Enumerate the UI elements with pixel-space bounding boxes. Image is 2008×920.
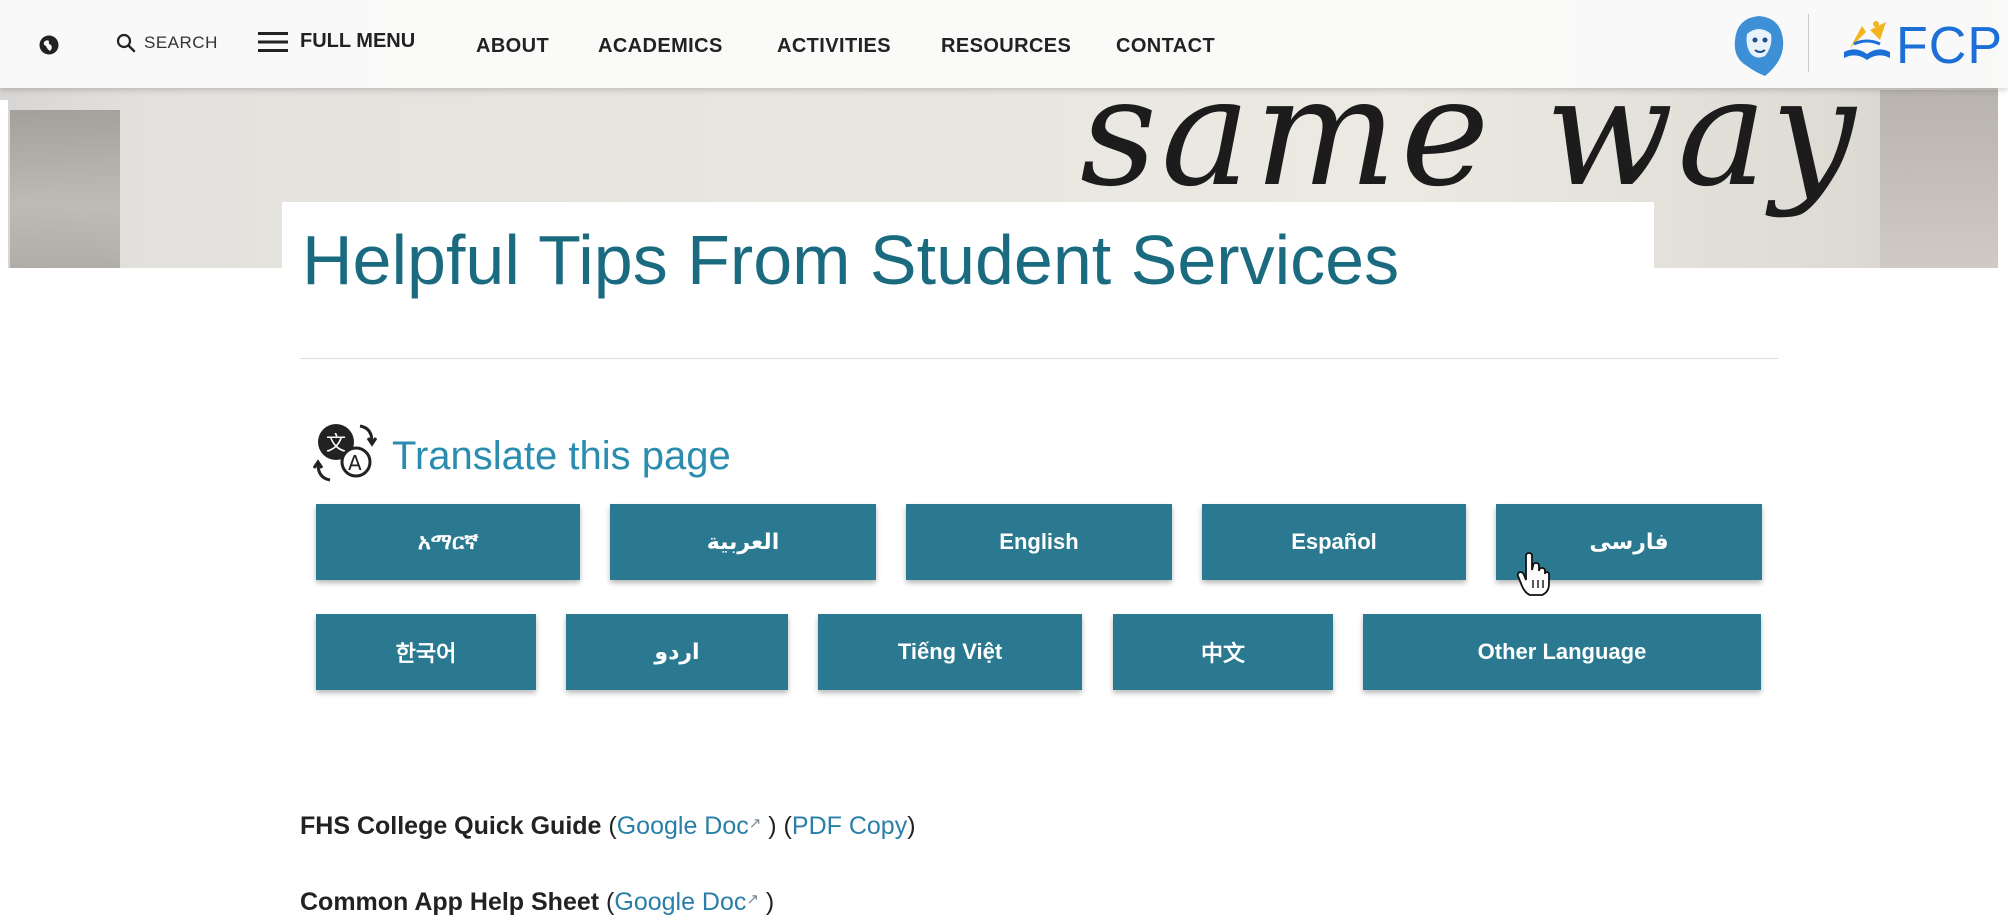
- globe-icon[interactable]: [38, 34, 60, 56]
- paren: (: [608, 812, 617, 840]
- nav-link-contact[interactable]: CONTACT: [1116, 35, 1215, 58]
- nav-link-activities[interactable]: ACTIVITIES: [777, 35, 891, 58]
- hero-edge: [0, 100, 8, 268]
- lion-logo[interactable]: [1725, 10, 1791, 80]
- hero-photo-shade: [1880, 90, 1998, 268]
- external-link-icon: ↗: [748, 815, 762, 832]
- pdf-copy-link[interactable]: PDF Copy: [792, 812, 907, 840]
- lang-button-english[interactable]: English: [906, 504, 1172, 580]
- lang-button-urdu[interactable]: اردو: [566, 614, 788, 690]
- divider: [300, 358, 1778, 359]
- translate-icon: 文 A: [310, 420, 382, 484]
- page-title: Helpful Tips From Student Services: [302, 221, 1400, 299]
- google-doc-link[interactable]: Google Doc: [614, 888, 746, 916]
- google-doc-link[interactable]: Google Doc: [617, 812, 749, 840]
- paren: ): [758, 888, 775, 916]
- nav-link-academics[interactable]: ACADEMICS: [598, 35, 723, 58]
- doc-title: Common App Help Sheet: [300, 888, 600, 916]
- book-logo-icon: [1840, 18, 1894, 64]
- search-label: SEARCH: [144, 33, 218, 52]
- nav-link-resources[interactable]: RESOURCES: [941, 35, 1071, 58]
- full-menu-button[interactable]: FULL MENU: [258, 30, 415, 53]
- lang-button-other[interactable]: Other Language: [1363, 614, 1761, 690]
- lang-button-chinese[interactable]: 中文: [1113, 614, 1333, 690]
- lang-button-vietnamese[interactable]: Tiếng Việt: [818, 614, 1082, 690]
- doc-line-quick-guide: FHS College Quick Guide (Google Doc↗ ) (…: [300, 812, 916, 841]
- search-icon: [116, 33, 136, 53]
- lang-button-amharic[interactable]: አማርኛ: [316, 504, 580, 580]
- lang-button-spanish[interactable]: Español: [1202, 504, 1466, 580]
- doc-title: FHS College Quick Guide: [300, 812, 602, 840]
- search-button[interactable]: SEARCH: [116, 33, 218, 53]
- translate-heading: Translate this page: [392, 434, 731, 478]
- svg-text:A: A: [348, 451, 362, 475]
- top-nav: SEARCH FULL MENU ABOUT ACADEMICS ACTIVIT…: [0, 0, 2008, 88]
- paren: ): [907, 812, 916, 840]
- lang-button-korean[interactable]: 한국어: [316, 614, 536, 690]
- nav-link-about[interactable]: ABOUT: [476, 35, 549, 58]
- logo-divider: [1808, 14, 1809, 72]
- external-link-icon: ↗: [746, 891, 759, 908]
- hamburger-icon: [258, 31, 288, 52]
- doc-line-common-app: Common App Help Sheet (Google Doc↗ ): [300, 888, 774, 917]
- lang-button-arabic[interactable]: العربية: [610, 504, 876, 580]
- paren: ) (: [761, 812, 792, 840]
- hero-photo-shade: [10, 110, 120, 268]
- svg-text:文: 文: [326, 431, 346, 455]
- hand-cursor-icon: [1516, 552, 1550, 596]
- logo-text[interactable]: FCP: [1896, 16, 2003, 76]
- full-menu-label: FULL MENU: [300, 30, 416, 52]
